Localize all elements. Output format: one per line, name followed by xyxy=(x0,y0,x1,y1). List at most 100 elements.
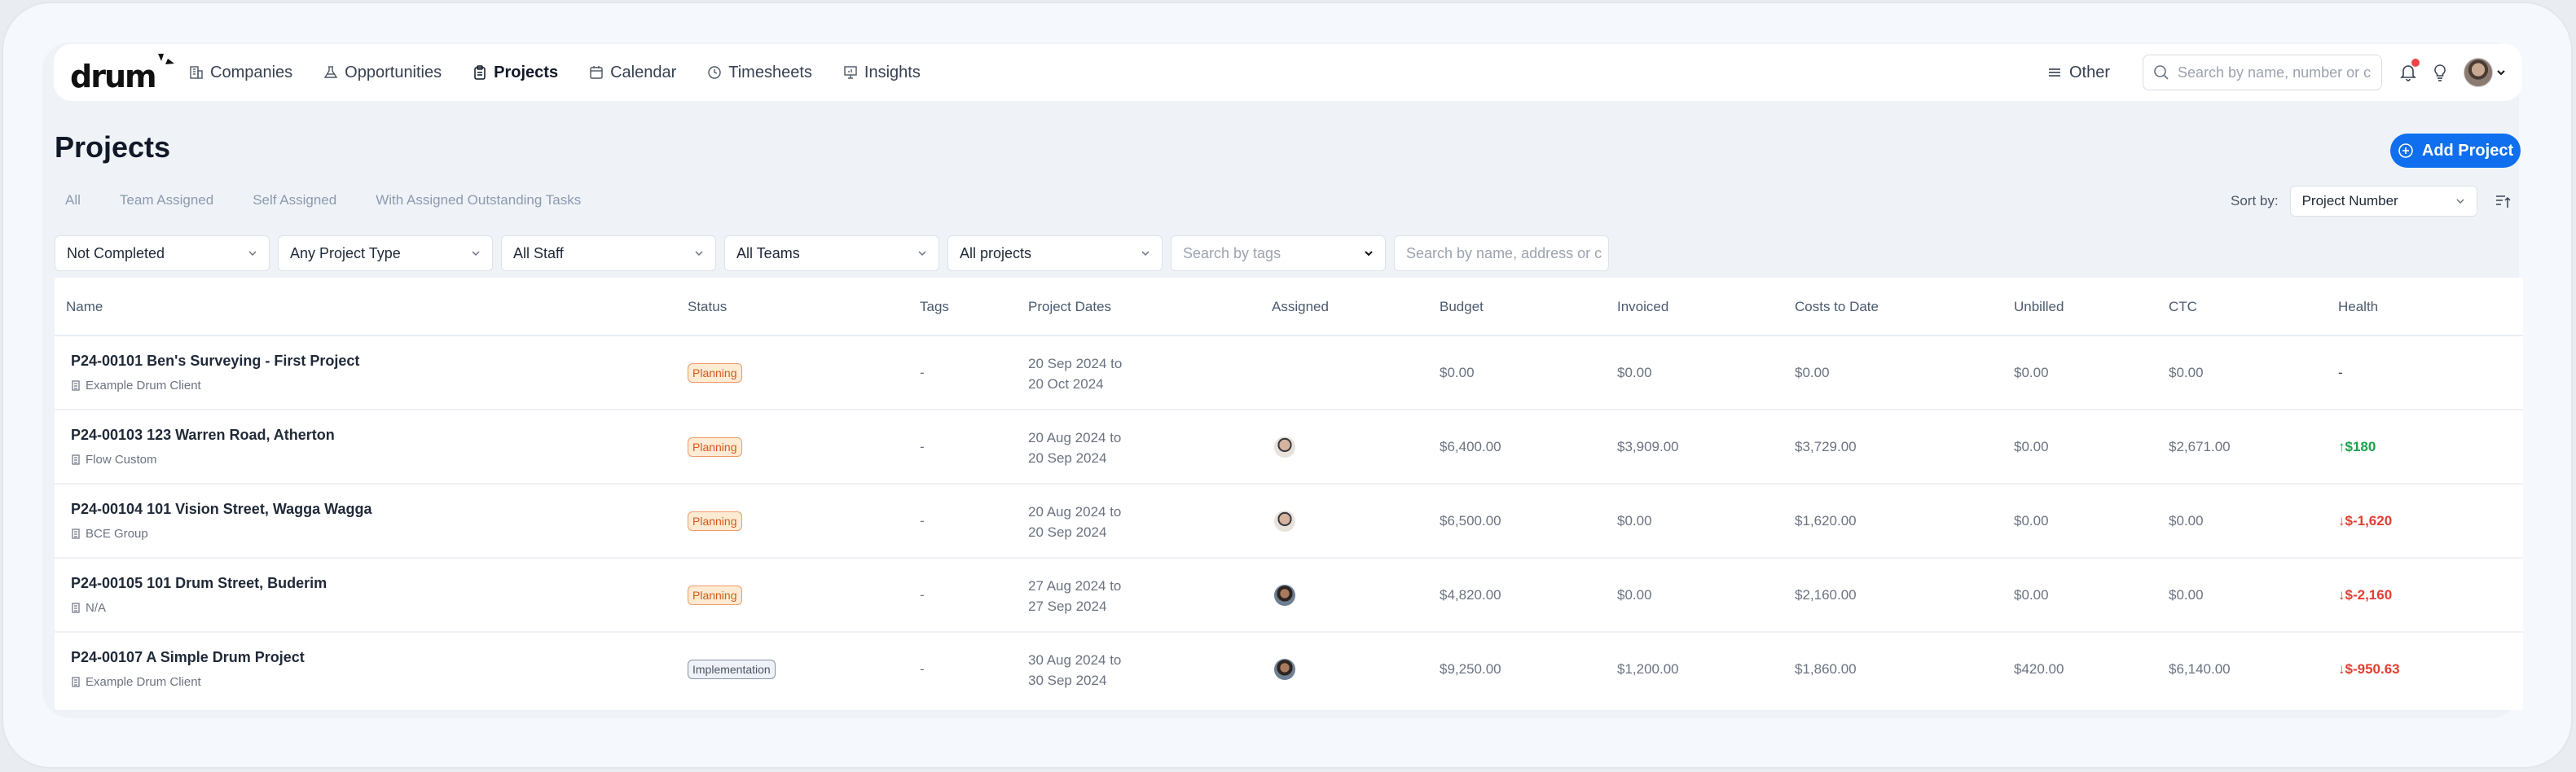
table-row[interactable]: P24-00107 A Simple Drum Project Example … xyxy=(55,633,2523,707)
col-invoiced[interactable]: Invoiced xyxy=(1617,299,1668,315)
nav-projects[interactable]: Projects xyxy=(473,64,558,82)
table-row[interactable]: P24-00103 123 Warren Road, Atherton Flow… xyxy=(55,410,2523,485)
client-name: Example Drum Client xyxy=(86,379,201,393)
ctc-cell: $2,671.00 xyxy=(2169,439,2231,454)
other-menu-button[interactable]: Other xyxy=(2048,64,2110,82)
budget-cell: $4,820.00 xyxy=(1440,587,1501,603)
invoiced-cell: $1,200.00 xyxy=(1617,661,1679,677)
assigned-avatar[interactable] xyxy=(1274,585,1295,606)
col-costs-to-date[interactable]: Costs to Date xyxy=(1795,299,1879,315)
projects-filter[interactable]: All projects xyxy=(947,235,1163,271)
nav-calendar[interactable]: Calendar xyxy=(589,64,676,82)
chevron-down-icon xyxy=(1365,251,1373,257)
global-search-input[interactable] xyxy=(2178,64,2373,81)
col-assigned[interactable]: Assigned xyxy=(1272,299,1329,315)
client-name: Example Drum Client xyxy=(86,675,201,689)
tab-team-assigned[interactable]: Team Assigned xyxy=(120,192,213,208)
table-row[interactable]: P24-00101 Ben's Surveying - First Projec… xyxy=(55,336,2523,410)
logo-accent-icon xyxy=(157,54,174,64)
status-badge: Planning xyxy=(688,437,742,457)
global-search[interactable] xyxy=(2143,55,2382,90)
costs-cell: $1,860.00 xyxy=(1795,661,1857,677)
project-type-filter[interactable]: Any Project Type xyxy=(278,235,493,271)
col-unbilled[interactable]: Unbilled xyxy=(2014,299,2064,315)
flask-icon xyxy=(323,66,338,78)
date-start: 20 Sep 2024 to xyxy=(1028,356,1123,371)
col-tags[interactable]: Tags xyxy=(920,299,949,315)
user-avatar xyxy=(2464,58,2493,87)
col-status[interactable]: Status xyxy=(688,299,727,315)
project-name[interactable]: P24-00104 101 Vision Street, Wagga Wagga xyxy=(71,501,371,518)
tab-self-assigned[interactable]: Self Assigned xyxy=(253,192,336,208)
health-cell: - xyxy=(2338,365,2343,380)
staff-filter[interactable]: All Staff xyxy=(501,235,716,271)
status-badge: Planning xyxy=(688,586,742,605)
drum-logo[interactable]: drum xyxy=(70,52,174,93)
tab-all[interactable]: All xyxy=(65,192,81,208)
ctc-cell: $0.00 xyxy=(2169,513,2204,529)
table-row[interactable]: P24-00105 101 Drum Street, Buderim N/A P… xyxy=(55,559,2523,633)
assignment-tabs: All Team Assigned Self Assigned With Ass… xyxy=(65,192,620,208)
project-name[interactable]: P24-00101 Ben's Surveying - First Projec… xyxy=(71,353,359,370)
project-name[interactable]: P24-00103 123 Warren Road, Atherton xyxy=(71,427,335,444)
tips-button[interactable] xyxy=(2433,64,2447,81)
table-row[interactable]: P24-00104 101 Vision Street, Wagga Wagga… xyxy=(55,485,2523,559)
date-start: 20 Aug 2024 to xyxy=(1028,504,1122,520)
nav-label: Opportunities xyxy=(345,63,442,81)
tab-outstanding-tasks[interactable]: With Assigned Outstanding Tasks xyxy=(376,192,581,208)
date-start: 20 Aug 2024 to xyxy=(1028,430,1122,445)
chevron-down-icon xyxy=(2456,199,2464,204)
notifications-button[interactable] xyxy=(2400,59,2420,81)
nav-timesheets[interactable]: Timesheets xyxy=(707,64,812,82)
invoiced-cell: $3,909.00 xyxy=(1617,439,1679,454)
health-cell: ↓$-950.63 xyxy=(2338,661,2400,677)
col-name[interactable]: Name xyxy=(66,299,103,315)
assigned-avatar[interactable] xyxy=(1274,436,1295,458)
ctc-cell: $6,140.00 xyxy=(2169,661,2231,677)
ctc-cell: $0.00 xyxy=(2169,365,2204,380)
project-dates: 30 Aug 2024 to 30 Sep 2024 xyxy=(1028,650,1121,691)
user-menu[interactable] xyxy=(2464,58,2506,87)
col-ctc[interactable]: CTC xyxy=(2169,299,2197,315)
sort-select[interactable]: Project Number xyxy=(2289,186,2477,217)
project-type-filter-value: Any Project Type xyxy=(290,244,401,261)
project-dates: 27 Aug 2024 to 27 Sep 2024 xyxy=(1028,576,1121,616)
nav-label: Projects xyxy=(494,63,559,81)
project-name[interactable]: P24-00107 A Simple Drum Project xyxy=(71,649,305,666)
project-dates: 20 Sep 2024 to 20 Oct 2024 xyxy=(1028,353,1122,394)
nav-opportunities[interactable]: Opportunities xyxy=(323,64,442,82)
budget-cell: $9,250.00 xyxy=(1440,661,1501,677)
sort-direction-icon[interactable] xyxy=(2495,194,2512,208)
client: Example Drum Client xyxy=(71,379,201,393)
col-project-dates[interactable]: Project Dates xyxy=(1028,299,1111,315)
project-search[interactable] xyxy=(1394,235,1609,271)
nav-insights[interactable]: Insights xyxy=(843,64,921,82)
teams-filter[interactable]: All Teams xyxy=(724,235,939,271)
date-end: 30 Sep 2024 xyxy=(1028,673,1107,688)
tags-filter-placeholder: Search by tags xyxy=(1183,244,1281,261)
clock-icon xyxy=(708,66,721,79)
assigned-avatar[interactable] xyxy=(1274,659,1295,680)
building-icon xyxy=(72,603,80,613)
status-filter[interactable]: Not Completed xyxy=(55,235,270,271)
tags-filter[interactable]: Search by tags xyxy=(1171,235,1386,271)
top-nav: drum Companies Opportunities Projects Ca… xyxy=(54,44,2522,101)
add-project-button[interactable]: Add Project xyxy=(2390,134,2521,168)
assigned-avatar[interactable] xyxy=(1274,511,1295,532)
col-health[interactable]: Health xyxy=(2338,299,2378,315)
project-dates: 20 Aug 2024 to 20 Sep 2024 xyxy=(1028,428,1121,468)
client-name: Flow Custom xyxy=(86,453,157,467)
tags-cell: - xyxy=(920,513,925,529)
nav-companies[interactable]: Companies xyxy=(189,64,292,82)
col-budget[interactable]: Budget xyxy=(1440,299,1484,315)
tags-cell: - xyxy=(920,661,925,677)
table-header: Name Status Tags Project Dates Assigned … xyxy=(55,278,2523,336)
staff-filter-value: All Staff xyxy=(513,244,564,261)
project-dates: 20 Aug 2024 to 20 Sep 2024 xyxy=(1028,502,1121,542)
date-end: 20 Oct 2024 xyxy=(1028,376,1104,392)
building-icon xyxy=(72,380,80,391)
nav-label: Insights xyxy=(864,63,921,81)
health-cell: ↓$-2,160 xyxy=(2338,587,2393,603)
project-name[interactable]: P24-00105 101 Drum Street, Buderim xyxy=(71,575,327,592)
project-search-input[interactable] xyxy=(1406,244,1602,262)
